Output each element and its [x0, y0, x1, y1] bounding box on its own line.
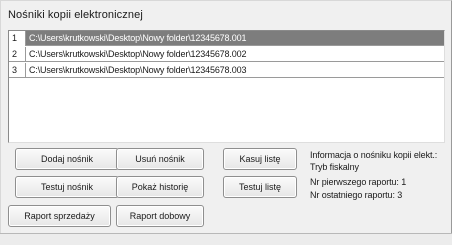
list-item[interactable]: 2 C:\Users\krutkowski\Desktop\Nowy folde… — [9, 47, 444, 62]
medium-info-mode: Tryb fiskalny — [310, 162, 359, 172]
test-medium-button[interactable]: Testuj nośnik — [15, 176, 119, 198]
file-path: C:\Users\krutkowski\Desktop\Nowy folder\… — [29, 49, 247, 59]
file-path: C:\Users\krutkowski\Desktop\Nowy folder\… — [29, 65, 247, 75]
row-number: 2 — [9, 47, 26, 62]
show-history-button[interactable]: Pokaż historię — [116, 176, 204, 198]
remove-medium-button[interactable]: Usuń nośnik — [116, 148, 204, 170]
files-list[interactable]: 1 C:\Users\krutkowski\Desktop\Nowy folde… — [8, 30, 445, 143]
copy-media-window: Nośniki kopii elektronicznej 1 C:\Users\… — [0, 0, 452, 245]
status-bar — [0, 233, 452, 245]
medium-info-first-report: Nr pierwszego raportu: 1 — [310, 177, 407, 187]
sales-report-button[interactable]: Raport sprzedaży — [8, 205, 111, 227]
row-number: 3 — [9, 63, 26, 78]
file-path: C:\Users\krutkowski\Desktop\Nowy folder\… — [29, 33, 247, 43]
test-list-button[interactable]: Testuj listę — [223, 176, 297, 198]
medium-info-heading: Informacja o nośniku kopii elekt.: — [310, 150, 438, 160]
list-item[interactable]: 3 C:\Users\krutkowski\Desktop\Nowy folde… — [9, 63, 444, 78]
medium-info-last-report: Nr ostatniego raportu: 3 — [310, 190, 403, 200]
panel-title: Nośniki kopii elektronicznej — [8, 9, 143, 21]
daily-report-button[interactable]: Raport dobowy — [116, 205, 204, 227]
add-medium-button[interactable]: Dodaj nośnik — [15, 148, 119, 170]
list-item[interactable]: 1 C:\Users\krutkowski\Desktop\Nowy folde… — [9, 31, 444, 46]
clear-list-button[interactable]: Kasuj listę — [223, 148, 297, 170]
row-number: 1 — [9, 31, 26, 46]
